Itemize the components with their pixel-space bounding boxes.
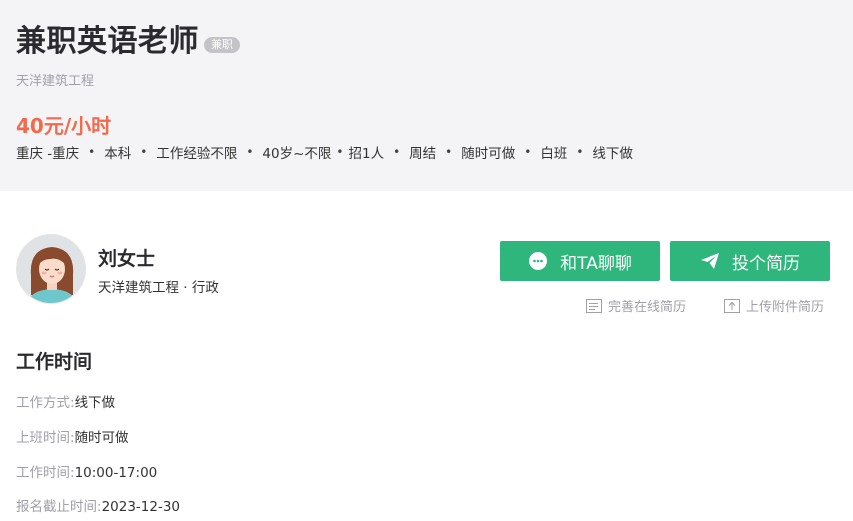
work-time-title: 工作时间 <box>16 351 93 373</box>
meta-age: 40岁~不限 <box>262 146 332 162</box>
upload-icon <box>724 298 740 313</box>
start-time-value: 随时可做 <box>74 430 129 446</box>
paper-plane-icon <box>700 251 720 271</box>
deadline-value: 2023-12-30 <box>101 499 181 515</box>
job-title: 兼职英语老师 <box>16 24 199 59</box>
recruiter-avatar <box>16 234 86 304</box>
meta-settlement: 周结 <box>409 146 437 162</box>
upload-resume-label: 上传附件简历 <box>746 300 825 315</box>
document-icon <box>586 298 602 313</box>
work-hours-row: 工作时间:10:00-17:00 <box>16 461 157 481</box>
title-row: 兼职英语老师 兼职 <box>16 22 240 62</box>
separator-dot: • <box>140 145 148 159</box>
start-time-label: 上班时间: <box>16 430 75 446</box>
salary: 40元/小时 <box>16 114 112 138</box>
job-type-badge: 兼职 <box>204 37 240 53</box>
work-mode-row: 工作方式:线下做 <box>16 391 115 411</box>
meta-availability: 随时可做 <box>461 146 516 162</box>
meta-location: 重庆 -重庆 <box>16 146 80 162</box>
complete-online-resume-label: 完善在线简历 <box>608 300 687 315</box>
work-mode-label: 工作方式: <box>16 395 75 411</box>
complete-online-resume-link[interactable]: 完善在线简历 <box>586 296 686 315</box>
separator-dot: • <box>445 145 453 159</box>
company-name[interactable]: 天洋建筑工程 <box>16 70 94 89</box>
work-hours-label: 工作时间: <box>16 465 75 481</box>
separator-dot: • <box>576 145 584 159</box>
avatar-illustration-icon <box>17 235 85 303</box>
upload-resume-link[interactable]: 上传附件简历 <box>724 296 824 315</box>
separator-dot: • <box>88 145 96 159</box>
start-time-row: 上班时间:随时可做 <box>16 426 129 446</box>
chat-button-label: 和TA聊聊 <box>560 253 632 274</box>
separator-dot: • <box>246 145 254 159</box>
deadline-label: 报名截止时间: <box>16 499 102 515</box>
meta-headcount: 招1人 <box>348 146 385 162</box>
chat-bubble-icon <box>528 251 548 271</box>
meta-education: 本科 <box>104 146 132 162</box>
recruiter-company-role: 天洋建筑工程 · 行政 <box>98 280 219 296</box>
recruiter-name: 刘女士 <box>98 248 156 270</box>
send-resume-label: 投个简历 <box>732 253 800 274</box>
send-resume-button[interactable]: 投个简历 <box>670 241 830 281</box>
meta-mode: 线下做 <box>592 146 633 162</box>
job-header: 兼职英语老师 兼职 天洋建筑工程 40元/小时 重庆 -重庆 • 本科 • 工作… <box>0 0 853 191</box>
meta-experience: 工作经验不限 <box>156 146 238 162</box>
job-meta-row: 重庆 -重庆 • 本科 • 工作经验不限 • 40岁~不限 • 招1人 • 周结… <box>16 142 633 162</box>
work-hours-value: 10:00-17:00 <box>74 465 158 481</box>
chat-button[interactable]: 和TA聊聊 <box>500 241 660 281</box>
deadline-row: 报名截止时间:2023-12-30 <box>16 495 180 515</box>
separator-dot: • <box>336 145 344 159</box>
separator-dot: • <box>393 145 401 159</box>
separator-dot: • <box>524 145 532 159</box>
work-mode-value: 线下做 <box>74 395 116 411</box>
meta-shift: 白班 <box>540 146 568 162</box>
